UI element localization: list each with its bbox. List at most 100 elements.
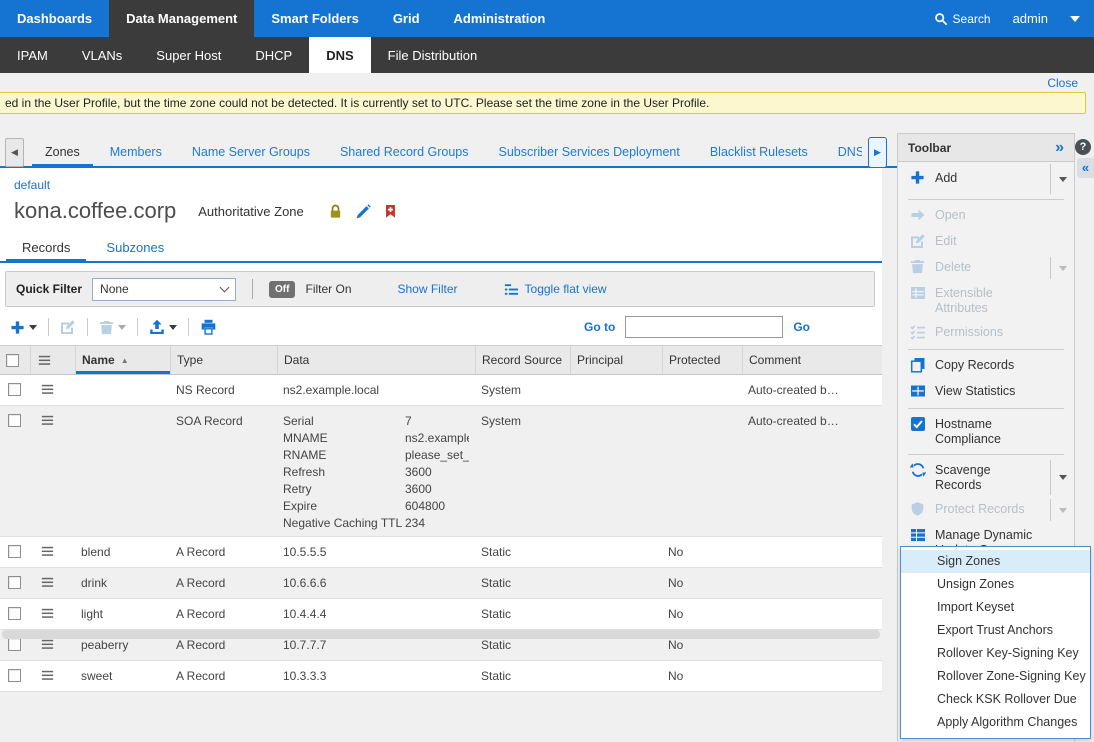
subnav-ipam[interactable]: IPAM: [0, 37, 65, 73]
column-header-name[interactable]: Name▲: [75, 346, 170, 374]
user-menu-caret-icon[interactable]: [1070, 16, 1080, 22]
tab-dns64-groups[interactable]: DNS64 Groups: [823, 137, 862, 166]
add-caret[interactable]: [1050, 164, 1074, 194]
toolbar-copy-records-button[interactable]: Copy Records: [898, 353, 1074, 379]
hamburger-icon[interactable]: [40, 544, 75, 567]
tab-shared-record-groups[interactable]: Shared Record Groups: [325, 137, 484, 166]
menu-item-unsign-zones[interactable]: Unsign Zones: [901, 573, 1090, 596]
toolbar-protect-records-button: Protect Records: [898, 497, 1074, 523]
menu-item-rollover-zsk[interactable]: Rollover Zone-Signing Key: [901, 665, 1090, 688]
hamburger-icon[interactable]: [40, 668, 75, 691]
horizontal-scrollbar[interactable]: [2, 630, 880, 639]
column-header-protected[interactable]: Protected: [662, 346, 742, 374]
subnav-super-host[interactable]: Super Host: [139, 37, 238, 73]
row-checkbox[interactable]: [8, 414, 21, 427]
menu-item-rollover-ksk[interactable]: Rollover Key-Signing Key: [901, 642, 1090, 665]
trash-icon: [99, 320, 114, 335]
nav-grid[interactable]: Grid: [376, 0, 437, 37]
hamburger-icon[interactable]: [40, 637, 75, 660]
nav-administration[interactable]: Administration: [437, 0, 563, 37]
collapse-panel-icon[interactable]: «: [1077, 158, 1094, 178]
help-icon[interactable]: ?: [1075, 139, 1091, 155]
table-row[interactable]: drink A Record 10.6.6.6 Static No: [0, 568, 882, 599]
column-header-principal[interactable]: Principal: [570, 346, 662, 374]
protect-caret: [1050, 499, 1074, 521]
sort-asc-icon: ▲: [121, 356, 129, 365]
quick-filter-select[interactable]: None: [92, 278, 236, 301]
table-row[interactable]: light A Record 10.4.4.4 Static No: [0, 599, 882, 630]
add-record-caret-icon[interactable]: [29, 325, 37, 330]
column-header-data[interactable]: Data: [277, 346, 475, 374]
user-menu[interactable]: admin: [1013, 11, 1048, 26]
nav-dashboards[interactable]: Dashboards: [0, 0, 109, 37]
table-row[interactable]: sweet A Record 10.3.3.3 Static No: [0, 661, 882, 692]
toolbar-collapse-icon[interactable]: »: [1055, 140, 1064, 156]
filter-off-toggle[interactable]: Off: [269, 281, 295, 298]
subnav-dhcp[interactable]: DHCP: [238, 37, 309, 73]
row-checkbox[interactable]: [8, 669, 21, 682]
row-checkbox[interactable]: [8, 576, 21, 589]
column-header-type[interactable]: Type: [170, 346, 277, 374]
subtab-subzones[interactable]: Subzones: [88, 234, 182, 261]
chevron-left-icon: ◀: [11, 147, 18, 158]
table-icon: [910, 285, 926, 301]
tab-zones[interactable]: Zones: [30, 137, 95, 166]
table-row[interactable]: NS Record ns2.example.local System Auto-…: [0, 375, 882, 406]
subnav-file-distribution[interactable]: File Distribution: [371, 37, 495, 73]
hamburger-icon[interactable]: [40, 413, 75, 536]
select-all-checkbox[interactable]: [6, 354, 19, 367]
column-header-comment[interactable]: Comment: [742, 346, 882, 374]
tab-name-server-groups[interactable]: Name Server Groups: [177, 137, 325, 166]
grid-rows-icon: [910, 527, 926, 543]
tab-subscriber-services-deployment[interactable]: Subscriber Services Deployment: [484, 137, 695, 166]
edit-zone-icon[interactable]: [356, 204, 371, 219]
hamburger-icon[interactable]: [40, 382, 75, 405]
row-checkbox[interactable]: [8, 545, 21, 558]
chevron-down-icon: [220, 283, 230, 293]
breadcrumb[interactable]: default: [14, 178, 50, 192]
table-row[interactable]: SOA Record Serial7 MNAMEns2.example.lo R…: [0, 406, 882, 537]
tab-scroll-left-button[interactable]: ◀: [5, 138, 24, 167]
toolbar-scavenge-records-button[interactable]: Scavenge Records: [898, 458, 1074, 497]
row-checkbox[interactable]: [8, 383, 21, 396]
toolbar-title: Toolbar: [908, 141, 951, 155]
tab-members[interactable]: Members: [95, 137, 177, 166]
menu-item-apply-algorithm-changes[interactable]: Apply Algorithm Changes: [901, 711, 1090, 734]
global-search[interactable]: Search: [934, 12, 991, 26]
table-row[interactable]: blend A Record 10.5.5.5 Static No: [0, 537, 882, 568]
add-record-button[interactable]: [10, 320, 37, 335]
toolbar-hostname-compliance-button[interactable]: Hostname Compliance: [898, 412, 1074, 451]
menu-item-check-ksk-rollover-due[interactable]: Check KSK Rollover Due: [901, 688, 1090, 711]
goto-input[interactable]: [625, 316, 783, 338]
subnav-dns[interactable]: DNS: [309, 37, 370, 73]
menu-item-export-trust-anchors[interactable]: Export Trust Anchors: [901, 619, 1090, 642]
show-filter-link[interactable]: Show Filter: [398, 282, 458, 296]
hamburger-icon[interactable]: [40, 575, 75, 598]
subtab-records[interactable]: Records: [4, 234, 88, 261]
export-records-button[interactable]: [149, 319, 177, 335]
plus-icon: [910, 170, 926, 185]
scavenge-caret[interactable]: [1050, 460, 1074, 495]
menu-item-sign-zones[interactable]: Sign Zones: [901, 550, 1090, 573]
nav-data-management[interactable]: Data Management: [109, 0, 254, 37]
hamburger-icon[interactable]: [40, 606, 75, 629]
toolbar-view-statistics-button[interactable]: View Statistics: [898, 379, 1074, 405]
soa-data-list: Serial7 MNAMEns2.example.lo RNAMEplease_…: [283, 414, 469, 530]
goto-button[interactable]: Go: [793, 320, 810, 334]
banner-close-link[interactable]: Close: [1047, 76, 1078, 90]
subnav-vlans[interactable]: VLANs: [65, 37, 139, 73]
row-checkbox[interactable]: [8, 638, 21, 651]
toggle-flat-view-button[interactable]: Toggle flat view: [504, 282, 607, 297]
tab-blacklist-rulesets[interactable]: Blacklist Rulesets: [695, 137, 823, 166]
plus-icon: [10, 320, 25, 335]
toolbar-add-button[interactable]: Add: [898, 162, 1074, 196]
column-header-record-source[interactable]: Record Source: [475, 346, 570, 374]
export-records-caret-icon[interactable]: [169, 325, 177, 330]
nav-smart-folders[interactable]: Smart Folders: [254, 0, 375, 37]
menu-item-import-keyset[interactable]: Import Keyset: [901, 596, 1090, 619]
bookmark-flag-icon[interactable]: [384, 204, 397, 219]
row-checkbox[interactable]: [8, 607, 21, 620]
toolbar-extensible-attributes-button: Extensible Attributes: [898, 281, 1074, 320]
print-button[interactable]: [200, 319, 217, 335]
tab-scroll-right-button[interactable]: ▶: [868, 137, 887, 168]
